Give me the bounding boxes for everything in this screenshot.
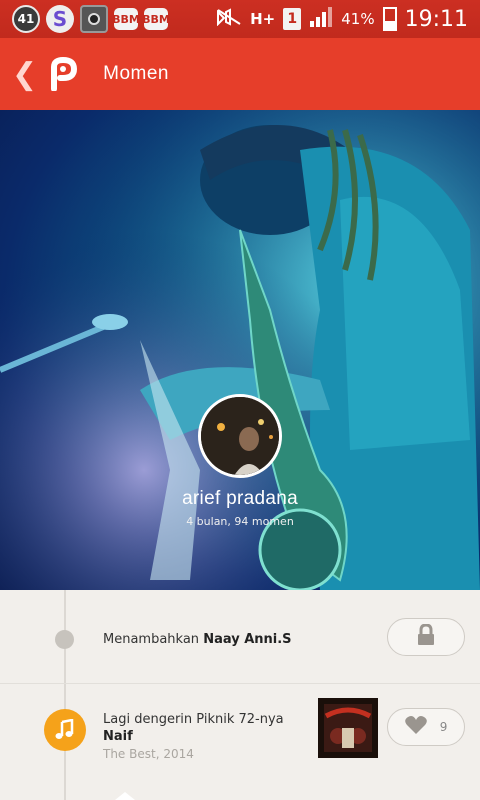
- path-logo-icon[interactable]: [47, 56, 81, 92]
- battery-icon: [382, 7, 397, 31]
- album-art[interactable]: [318, 698, 378, 758]
- bbm-icon: BBM: [112, 8, 140, 30]
- timeline-dot: [55, 630, 74, 649]
- page-title: Momen: [103, 63, 169, 84]
- profile-name[interactable]: arief pradana: [0, 488, 480, 510]
- list-item[interactable]: Lagi dengerin Piknik 72-nya Naif The Bes…: [0, 685, 480, 800]
- privacy-button[interactable]: [387, 618, 465, 656]
- sim-slot-icon: 1: [283, 8, 302, 30]
- mute-icon: [216, 8, 242, 30]
- cover-photo: arief pradana 4 bulan, 94 momen: [0, 110, 480, 590]
- like-button[interactable]: 9: [387, 708, 465, 746]
- moments-feed: Menambahkan Naay Anni.S Lagi dengerin Pi…: [0, 590, 480, 800]
- back-icon[interactable]: ❮: [12, 57, 37, 92]
- like-count: 9: [439, 720, 448, 734]
- status-bar: 41 S BBM BBM H+ 1 41% 19:11: [0, 0, 480, 38]
- moment-friend-name[interactable]: Naay Anni.S: [203, 632, 291, 647]
- camera-icon: [80, 5, 108, 33]
- notification-count-icon: 41: [12, 5, 40, 33]
- s-app-icon: S: [46, 5, 74, 33]
- signal-icon: [309, 7, 333, 31]
- list-item[interactable]: Menambahkan Naay Anni.S: [0, 590, 480, 684]
- caret-pointer-icon: [115, 792, 135, 800]
- moment-text: Menambahkan Naay Anni.S: [103, 632, 292, 647]
- lock-icon: [416, 623, 436, 650]
- bbm-icon-2: BBM: [142, 8, 170, 30]
- moment-prefix: Menambahkan: [103, 632, 204, 647]
- network-type: H+: [250, 10, 276, 28]
- moment-text: Lagi dengerin Piknik 72-nya: [103, 712, 284, 727]
- heart-icon: [404, 715, 427, 739]
- avatar[interactable]: [198, 394, 282, 478]
- artist-name[interactable]: Naif: [103, 729, 133, 744]
- battery-percent: 41%: [341, 10, 375, 28]
- profile-stats: 4 bulan, 94 momen: [186, 515, 294, 528]
- album-info: The Best, 2014: [103, 747, 194, 761]
- app-bar: ❮ Momen: [0, 38, 480, 110]
- clock: 19:11: [404, 6, 468, 32]
- music-note-icon: [44, 709, 86, 751]
